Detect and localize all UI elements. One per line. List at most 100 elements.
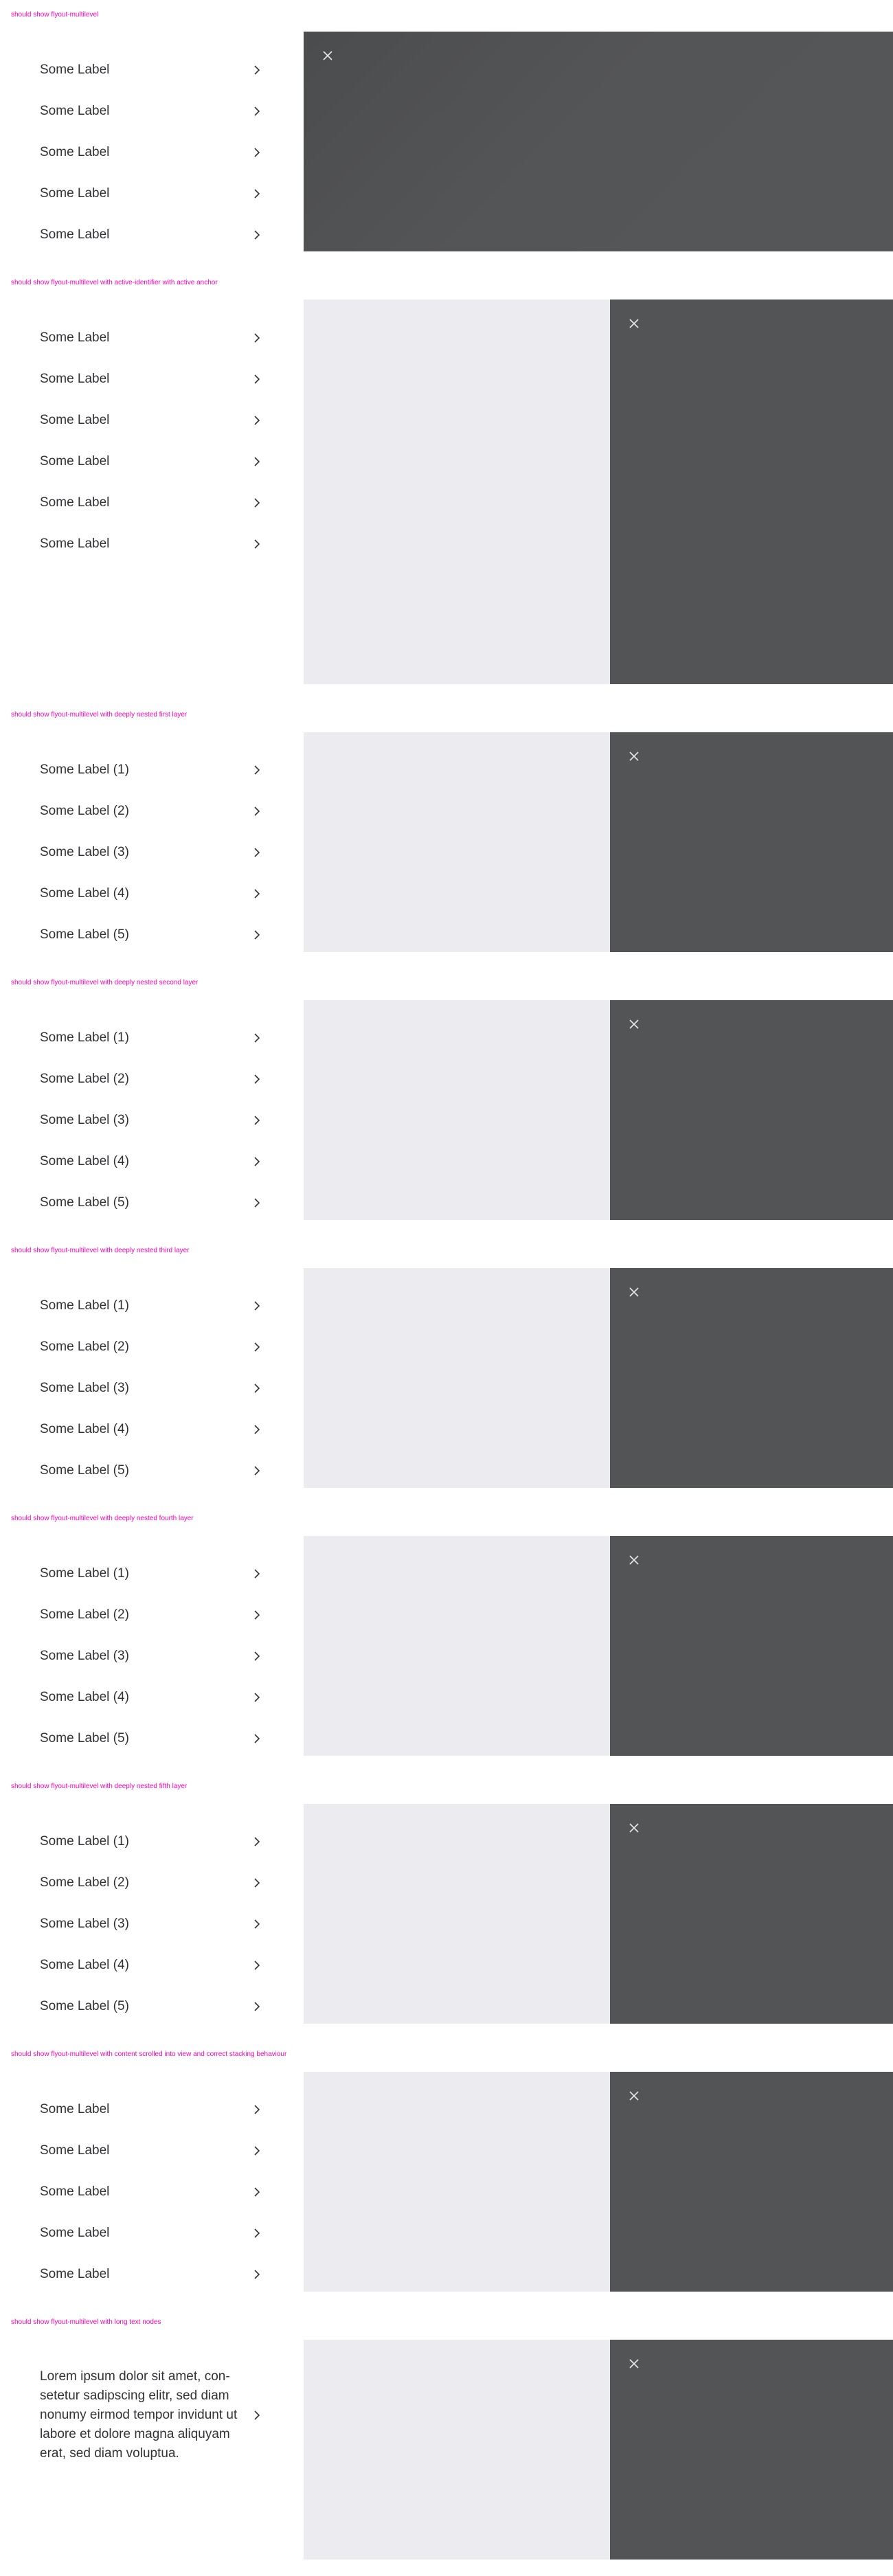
- menu-item[interactable]: Some Label (3): [0, 1368, 304, 1409]
- menu-item-label: Some Label (3): [40, 845, 129, 859]
- test-caption: should show flyout-multilevel with deepl…: [11, 979, 199, 986]
- menu-item[interactable]: Some Label (5): [0, 1182, 304, 1223]
- menu-item-label: Some Label (2): [40, 1875, 129, 1890]
- chevron-right-icon: [254, 539, 260, 549]
- menu-item[interactable]: Some Label: [0, 2254, 304, 2295]
- chevron-right-icon: [254, 1651, 260, 1661]
- menu-item[interactable]: Some Label: [0, 49, 304, 91]
- menu-item[interactable]: Some Label (3): [0, 1100, 304, 1141]
- close-icon[interactable]: [626, 749, 642, 764]
- chevron-right-icon: [254, 1033, 260, 1043]
- close-icon[interactable]: [626, 2356, 642, 2371]
- close-icon[interactable]: [320, 48, 335, 63]
- menu-item[interactable]: Some Label (3): [0, 1903, 304, 1945]
- menu-item[interactable]: Some Label (3): [0, 832, 304, 873]
- chevron-right-icon: [254, 765, 260, 775]
- chevron-right-icon: [254, 889, 260, 899]
- chevron-right-icon: [254, 2146, 260, 2156]
- chevron-right-icon: [254, 2270, 260, 2279]
- menu-item[interactable]: Some Label (5): [0, 914, 304, 956]
- menu-item[interactable]: Some Label: [0, 482, 304, 523]
- menu-item[interactable]: Some Label (4): [0, 1945, 304, 1986]
- chevron-right-icon: [254, 1116, 260, 1125]
- close-icon[interactable]: [626, 1552, 642, 1568]
- menu-item[interactable]: Some Label: [0, 359, 304, 400]
- test-caption: should show flyout-multilevel with activ…: [11, 279, 218, 286]
- chevron-right-icon: [254, 374, 260, 384]
- menu-item[interactable]: Some Label (3): [0, 1636, 304, 1677]
- flyout-panel: [610, 2072, 893, 2292]
- menu-item-label: Some Label (3): [40, 1381, 129, 1395]
- menu-item[interactable]: Some Label (1): [0, 749, 304, 791]
- flyout-menu: Some Label (1) Some Label (2) Some Label…: [0, 1017, 304, 1223]
- flyout-overlay: [304, 732, 893, 952]
- menu-item[interactable]: Some Label (1): [0, 1553, 304, 1594]
- menu-item-label: Some Label: [40, 2184, 110, 2199]
- menu-item-label: Some Label (3): [40, 1113, 129, 1127]
- chevron-right-icon: [254, 2105, 260, 2114]
- close-icon[interactable]: [626, 1285, 642, 1300]
- menu-item[interactable]: Some Label: [0, 214, 304, 256]
- chevron-right-icon: [254, 498, 260, 508]
- menu-item-label: Some Label: [40, 63, 110, 77]
- menu-item[interactable]: Some Label (2): [0, 1059, 304, 1100]
- flyout-panel: [610, 2340, 893, 2560]
- menu-item-label: Some Label: [40, 454, 110, 468]
- menu-item[interactable]: Some Label: [0, 400, 304, 441]
- menu-item[interactable]: Some Label (4): [0, 1409, 304, 1450]
- menu-item[interactable]: Some Label (1): [0, 1285, 304, 1326]
- menu-item[interactable]: Some Label (2): [0, 1862, 304, 1903]
- menu-item[interactable]: Some Label: [0, 2130, 304, 2171]
- flyout-menu: Some Label Some Label Some Label Some La…: [0, 317, 304, 565]
- chevron-right-icon: [254, 1301, 260, 1311]
- close-icon[interactable]: [626, 1820, 642, 1835]
- menu-item[interactable]: Some Label (2): [0, 1326, 304, 1368]
- close-icon[interactable]: [626, 2088, 642, 2103]
- menu-item[interactable]: Some Label: [0, 317, 304, 359]
- menu-item-label: Some Label: [40, 495, 110, 510]
- menu-item[interactable]: Some Label: [0, 523, 304, 565]
- chevron-right-icon: [254, 1425, 260, 1434]
- menu-item[interactable]: Some Label (2): [0, 791, 304, 832]
- menu-item-label: Some Label (2): [40, 1607, 129, 1622]
- menu-item[interactable]: Some Label: [0, 2171, 304, 2213]
- menu-item[interactable]: Some Label: [0, 2089, 304, 2130]
- chevron-right-icon: [254, 848, 260, 857]
- menu-item-label: Some Label (2): [40, 1072, 129, 1086]
- chevron-right-icon: [254, 1157, 260, 1166]
- flyout-panel: [610, 732, 893, 952]
- close-icon[interactable]: [626, 316, 642, 331]
- menu-item-label: Some Label: [40, 2267, 110, 2281]
- test-caption: should show flyout-multilevel with deepl…: [11, 1515, 194, 1522]
- menu-item-label: Some Label: [40, 372, 110, 386]
- menu-item-label: Some Label: [40, 413, 110, 427]
- menu-item[interactable]: Some Label: [0, 91, 304, 132]
- test-caption: should show flyout-multilevel with deepl…: [11, 1783, 188, 1790]
- menu-item[interactable]: Some Label: [0, 441, 304, 482]
- menu-item[interactable]: Some Label (4): [0, 873, 304, 914]
- chevron-right-icon: [254, 106, 260, 116]
- menu-item-label: Some Label (2): [40, 804, 129, 818]
- menu-item[interactable]: Some Label: [0, 132, 304, 173]
- menu-item[interactable]: Some Label (5): [0, 1986, 304, 2027]
- menu-item[interactable]: Some Label (5): [0, 1450, 304, 1491]
- menu-item[interactable]: Lorem ipsum dolor sit amet, con-setetur …: [0, 2340, 304, 2491]
- chevron-right-icon: [254, 2228, 260, 2238]
- menu-item[interactable]: Some Label: [0, 173, 304, 214]
- menu-item[interactable]: Some Label (5): [0, 1718, 304, 1759]
- close-icon[interactable]: [626, 1017, 642, 1032]
- menu-item[interactable]: Some Label (4): [0, 1141, 304, 1182]
- test-caption: should show flyout-multilevel with deepl…: [11, 1247, 190, 1254]
- flyout-panel: [610, 1000, 893, 1220]
- flyout-overlay: [304, 300, 893, 684]
- menu-item[interactable]: Some Label: [0, 2213, 304, 2254]
- chevron-right-icon: [254, 148, 260, 157]
- menu-item[interactable]: Some Label (4): [0, 1677, 304, 1718]
- menu-item-label: Some Label: [40, 145, 110, 159]
- menu-item[interactable]: Some Label (1): [0, 1821, 304, 1862]
- menu-item[interactable]: Some Label (2): [0, 1594, 304, 1636]
- menu-item-label: Some Label (4): [40, 1958, 129, 1972]
- chevron-right-icon: [254, 1961, 260, 1970]
- menu-item[interactable]: Some Label (1): [0, 1017, 304, 1059]
- flyout-overlay: [304, 1268, 893, 1488]
